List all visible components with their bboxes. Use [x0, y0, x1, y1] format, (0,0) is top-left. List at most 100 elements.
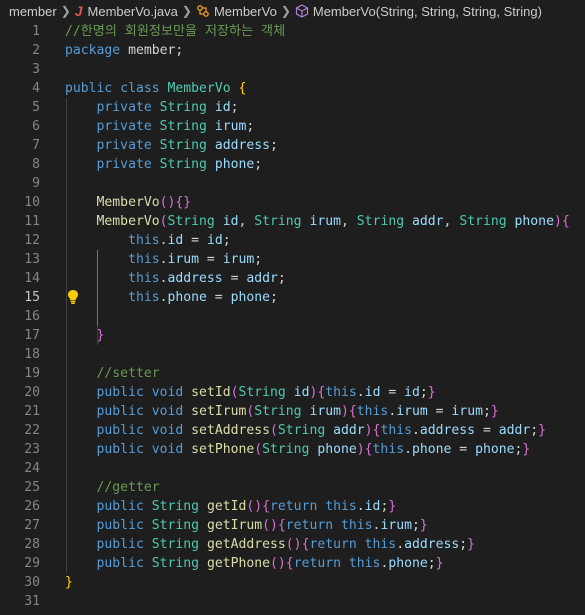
- code-token: ){: [364, 423, 381, 438]
- breadcrumb-folder[interactable]: member: [9, 4, 57, 19]
- code-token: ){: [341, 404, 357, 419]
- code-line[interactable]: 19 //setter: [0, 364, 585, 383]
- code-token: .: [356, 499, 365, 514]
- code-token: setAddress: [191, 423, 271, 438]
- line-number: 2: [32, 43, 40, 58]
- code-token: ;: [270, 138, 278, 153]
- chevron-right-icon: ❯: [60, 4, 71, 18]
- code-token: =: [451, 442, 476, 457]
- code-line[interactable]: 16: [0, 307, 585, 326]
- code-token: String: [151, 499, 200, 514]
- code-token: ;: [277, 271, 286, 286]
- code-line[interactable]: 1 //한명의 회원정보만을 저장하는 객체: [0, 22, 585, 41]
- line-number: 26: [24, 499, 40, 514]
- code-token: address: [167, 271, 223, 286]
- code-line[interactable]: 4 public class MemberVo {: [0, 79, 585, 98]
- breadcrumb-class[interactable]: MemberVo: [196, 4, 277, 19]
- code-line[interactable]: 10 MemberVo(){}: [0, 193, 585, 212]
- code-token: ;: [482, 404, 491, 419]
- breadcrumb-method[interactable]: MemberVo(String, String, String, String): [295, 4, 542, 19]
- code-token: id: [364, 499, 381, 514]
- code-text: this.address = addr;: [65, 269, 286, 288]
- code-token: {: [238, 81, 247, 96]
- code-text: }: [65, 326, 105, 345]
- code-token: String: [262, 442, 310, 457]
- code-token: .: [159, 252, 168, 267]
- code-token: String: [151, 556, 200, 571]
- code-line[interactable]: 24: [0, 459, 585, 478]
- code-token: //setter: [65, 366, 160, 381]
- code-line[interactable]: 2 package member;: [0, 41, 585, 60]
- code-line[interactable]: 14 this.address = addr;: [0, 269, 585, 288]
- code-token: phone: [167, 290, 207, 305]
- code-token: String: [356, 214, 405, 229]
- code-token: .: [404, 442, 412, 457]
- code-token: irum: [451, 404, 483, 419]
- code-line[interactable]: 12 this.id = id;: [0, 231, 585, 250]
- breadcrumb-file[interactable]: J MemberVo.java: [75, 3, 178, 19]
- line-number: 28: [24, 537, 40, 552]
- code-token: addr: [333, 423, 365, 438]
- code-line[interactable]: 25 //getter: [0, 478, 585, 497]
- code-line[interactable]: 17 }: [0, 326, 585, 345]
- code-token: irum: [380, 518, 412, 533]
- code-token: }: [538, 423, 547, 438]
- code-token: String: [254, 214, 302, 229]
- code-token: ,: [238, 214, 255, 229]
- code-token: public: [65, 556, 144, 571]
- code-line[interactable]: 7 private String address;: [0, 136, 585, 155]
- line-number: 1: [32, 24, 40, 39]
- code-token: .: [411, 423, 420, 438]
- code-token: return: [270, 499, 318, 514]
- code-text: public void setIrum(String irum){this.ir…: [65, 402, 499, 421]
- code-token: setIrum: [191, 404, 247, 419]
- code-text: MemberVo(String id, String irum, String …: [65, 212, 570, 231]
- code-line[interactable]: 15 this.phone = phone;: [0, 288, 585, 307]
- code-line[interactable]: 18: [0, 345, 585, 364]
- code-line[interactable]: 9: [0, 174, 585, 193]
- code-line[interactable]: 31: [0, 592, 585, 611]
- code-token: =: [222, 271, 247, 286]
- code-line[interactable]: 3: [0, 60, 585, 79]
- line-number: 8: [32, 157, 40, 172]
- code-token: this: [325, 385, 357, 400]
- code-token: member;: [120, 43, 184, 58]
- code-token: =: [199, 252, 223, 267]
- code-line[interactable]: 23 public void setPhone(String phone){th…: [0, 440, 585, 459]
- code-line[interactable]: 30}: [0, 573, 585, 592]
- code-token: .: [396, 537, 405, 552]
- code-line[interactable]: 21 public void setIrum(String irum){this…: [0, 402, 585, 421]
- code-line[interactable]: 22 public void setAddress(String addr){t…: [0, 421, 585, 440]
- code-token: addr: [498, 423, 531, 438]
- code-token: irum: [309, 404, 341, 419]
- code-text: this.phone = phone;: [65, 288, 278, 307]
- code-line[interactable]: 11 MemberVo(String id, String irum, Stri…: [0, 212, 585, 231]
- code-line[interactable]: 5 private String id;: [0, 98, 585, 117]
- line-number: 23: [24, 442, 40, 457]
- code-line[interactable]: 28 public String getAddress(){return thi…: [0, 535, 585, 554]
- line-number: 5: [32, 100, 40, 115]
- code-line[interactable]: 13 this.irum = irum;: [0, 250, 585, 269]
- code-line[interactable]: 27 public String getIrum(){return this.i…: [0, 516, 585, 535]
- code-line[interactable]: 8 private String phone;: [0, 155, 585, 174]
- code-line[interactable]: 29 public String getPhone(){return this.…: [0, 554, 585, 573]
- code-token: public: [65, 404, 144, 419]
- code-line[interactable]: 20 public void setId(String id){this.id …: [0, 383, 585, 402]
- code-text: public class MemberVo {: [65, 79, 246, 98]
- code-line[interactable]: 6 private String irum;: [0, 117, 585, 136]
- code-token: this: [65, 252, 160, 267]
- code-line[interactable]: 26 public String getId(){return this.id;…: [0, 497, 585, 516]
- line-number: 29: [24, 556, 40, 571]
- code-token: this: [348, 556, 381, 571]
- line-number: 14: [24, 271, 40, 286]
- code-token: ;: [459, 537, 468, 552]
- code-editor[interactable]: 1 //한명의 회원정보만을 저장하는 객체 2 package member; 3 4 p…: [0, 22, 585, 615]
